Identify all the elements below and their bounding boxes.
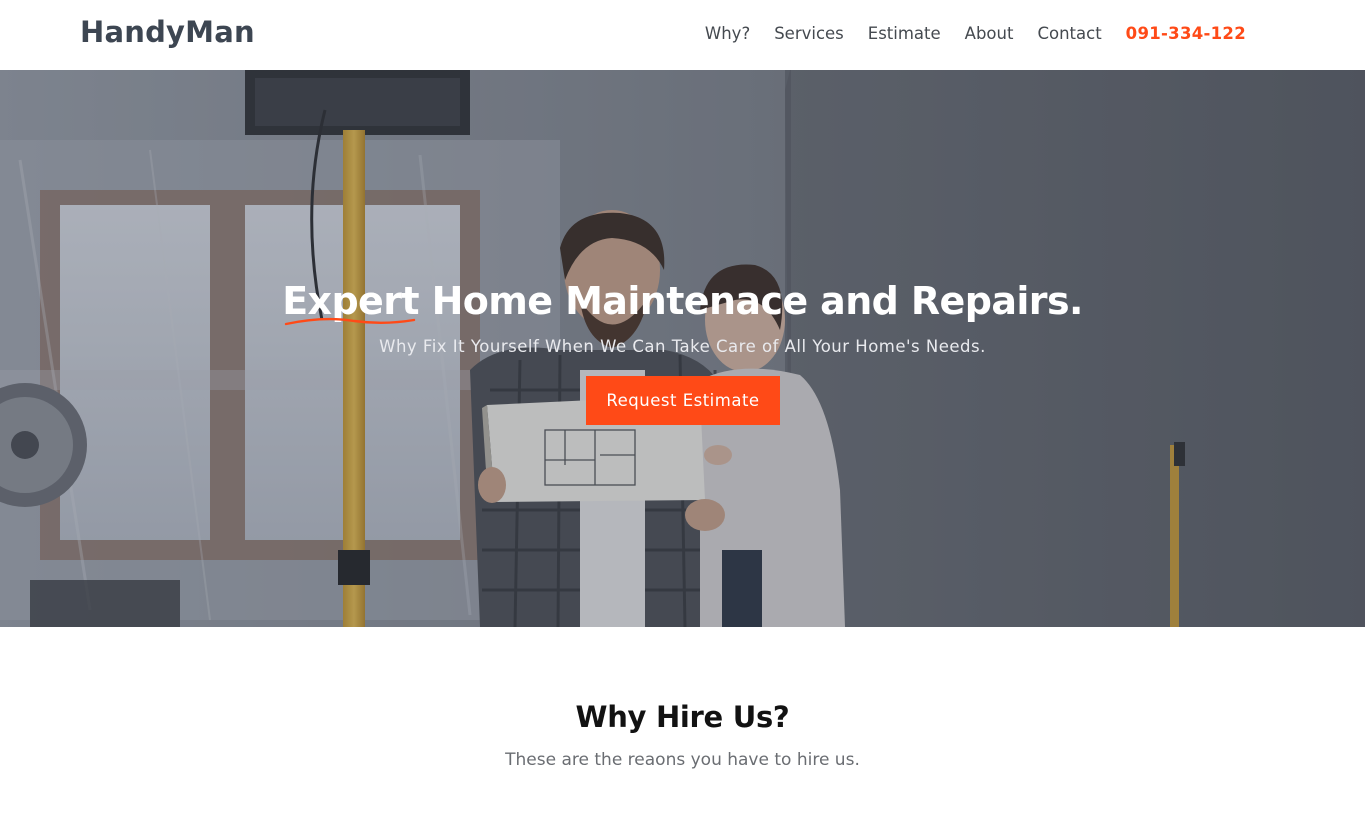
request-estimate-button[interactable]: Request Estimate — [586, 376, 780, 425]
hero-section: Expert Home Maintenace and Repairs. Why … — [0, 70, 1365, 627]
hero-title-accent: Expert — [282, 279, 420, 326]
nav-link-services[interactable]: Services — [774, 24, 844, 43]
nav-link-estimate[interactable]: Estimate — [868, 24, 941, 43]
nav-link-why[interactable]: Why? — [705, 24, 750, 43]
hero-title: Expert Home Maintenace and Repairs. — [0, 279, 1365, 326]
why-subtitle: These are the reaons you have to hire us… — [505, 750, 860, 770]
nav-link-contact[interactable]: Contact — [1037, 24, 1101, 43]
main-nav: Why? Services Estimate About Contact 091… — [705, 24, 1246, 43]
hero-subtitle: Why Fix It Yourself When We Can Take Car… — [379, 337, 986, 356]
site-logo[interactable]: HandyMan — [80, 15, 255, 49]
hero-title-rest: Home Maintenace and Repairs. — [418, 279, 1084, 323]
why-title: Why Hire Us? — [575, 700, 790, 734]
nav-link-about[interactable]: About — [965, 24, 1014, 43]
site-header: HandyMan Why? Services Estimate About Co… — [0, 0, 1365, 70]
phone-link[interactable]: 091-334-122 — [1126, 24, 1246, 43]
underline-swoosh-icon — [284, 317, 416, 326]
